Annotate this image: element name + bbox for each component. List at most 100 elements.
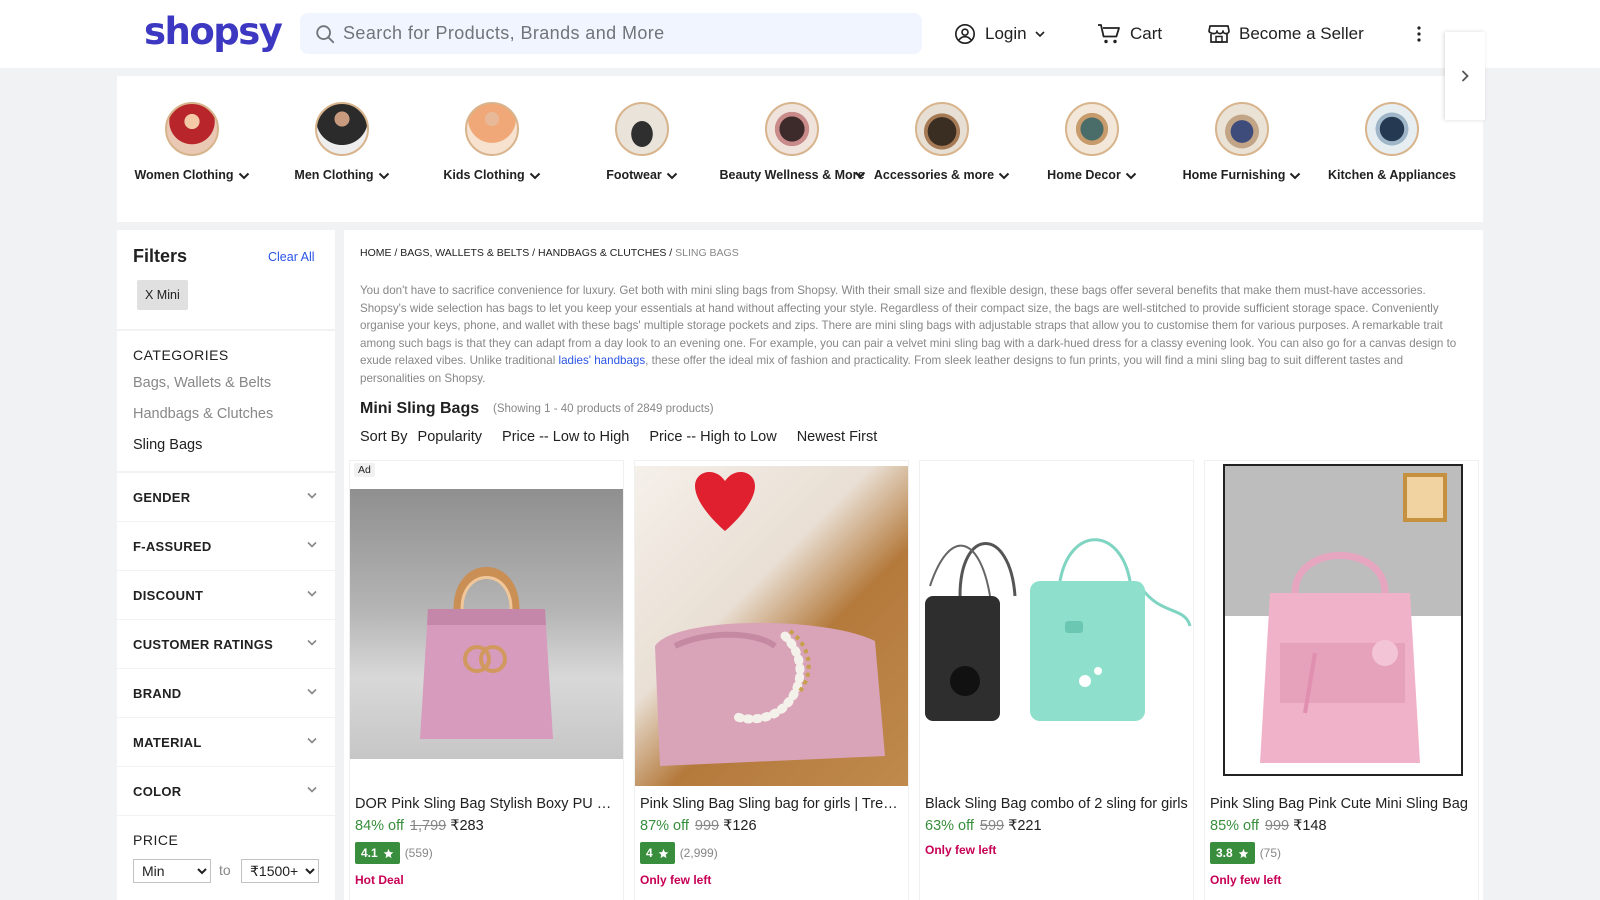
search-bar[interactable] [300, 13, 922, 54]
original-price: 999 [1264, 818, 1290, 834]
price-max-select[interactable]: ₹1500+ [241, 859, 319, 883]
chevron-down-icon [307, 492, 317, 499]
cart-label: Cart [1130, 24, 1163, 43]
breadcrumb-bags-wallets-belts[interactable]: BAGS, WALLETS & BELTS [400, 247, 529, 259]
breadcrumb-home[interactable]: HOME [360, 247, 392, 259]
pink-mini-bag-illustration [1223, 464, 1463, 776]
chevron-down-icon [666, 172, 677, 180]
breadcrumb-handbags-clutches[interactable]: HANDBAGS & CLUTCHES [538, 247, 666, 259]
rating-badge: 3.8 [1210, 842, 1255, 864]
sort-popularity[interactable]: Popularity [418, 429, 482, 445]
chevron-down-icon [529, 172, 540, 180]
discount-percent: 84% off [355, 818, 404, 834]
cart-button[interactable]: Cart [1097, 20, 1162, 48]
sort-price-low-high[interactable]: Price -- Low to High [502, 429, 629, 445]
login-button[interactable]: Login [954, 20, 1045, 48]
star-icon [383, 848, 393, 858]
sort-newest-first[interactable]: Newest First [797, 429, 878, 445]
star-icon [1238, 848, 1248, 858]
product-image-pink-handbag[interactable] [350, 489, 623, 759]
category-label: Women Clothing [134, 168, 234, 182]
search-input[interactable] [343, 13, 903, 54]
category-strip: Women Clothing Men Clothing Kids Clothin… [117, 76, 1483, 222]
category-link-sling-bags[interactable]: Sling Bags [133, 437, 202, 453]
category-label: Home Furnishing [1182, 168, 1286, 182]
category-link-bags-wallets-belts[interactable]: Bags, Wallets & Belts [133, 375, 271, 391]
category-next-button[interactable] [1445, 32, 1485, 120]
filters-title: Filters [133, 246, 188, 266]
category-link-handbags-clutches[interactable]: Handbags & Clutches [133, 406, 273, 422]
breadcrumb-current: SLING BAGS [675, 247, 739, 259]
price-section: PRICE [117, 816, 335, 900]
product-title[interactable]: DOR Pink Sling Bag Stylish Boxy PU Sling… [355, 796, 620, 812]
sort-price-high-low[interactable]: Price -- High to Low [649, 429, 776, 445]
chevron-right-icon [1461, 70, 1469, 82]
filter-discount[interactable]: DISCOUNT [117, 571, 335, 619]
product-card[interactable]: Pink Sling Bag Pink Cute Mini Sling Bag … [1204, 460, 1479, 900]
clear-all-link[interactable]: Clear All [268, 250, 315, 264]
product-price: 84% off 1,799 ₹283 [355, 818, 484, 834]
discount-percent: 87% off [640, 818, 689, 834]
home-decor-thumbnail [1065, 102, 1119, 156]
product-price: 87% off 999 ₹126 [640, 818, 757, 834]
user-circle-icon [955, 24, 975, 44]
cart-icon [1098, 24, 1120, 44]
chevron-down-icon [307, 786, 317, 793]
filter-gender[interactable]: GENDER [117, 473, 335, 521]
product-rating: 4.1 (559) [355, 842, 433, 864]
chevron-down-icon [854, 171, 866, 179]
categories-title: CATEGORIES [133, 347, 229, 363]
filter-label: MATERIAL [133, 735, 202, 750]
filter-label: COLOR [133, 784, 182, 799]
pink-handbag-illustration [420, 567, 553, 739]
chevron-down-icon [307, 639, 317, 646]
product-card[interactable]: Pink Sling Bag Sling bag for girls | Tre… [634, 460, 909, 900]
category-label: Men Clothing [294, 168, 374, 182]
selling-price: ₹148 [1293, 818, 1327, 834]
product-title[interactable]: Pink Sling Bag Pink Cute Mini Sling Bag [1210, 796, 1475, 812]
sling-combo-illustration [925, 538, 1192, 721]
product-image-pink-pearl-bag[interactable] [635, 466, 908, 786]
sort-by-label: Sort By [360, 429, 408, 445]
product-title[interactable]: Black Sling Bag combo of 2 sling for gir… [925, 796, 1190, 812]
filter-brand[interactable]: BRAND [117, 669, 335, 717]
product-price: 63% off 599 ₹221 [925, 818, 1042, 834]
category-label: Footwear [606, 168, 662, 182]
search-icon [316, 25, 335, 44]
chevron-down-icon [1035, 31, 1045, 38]
ladies-handbags-link[interactable]: ladies' handbags [559, 354, 646, 367]
discount-percent: 85% off [1210, 818, 1259, 834]
rating-count: (2,999) [679, 846, 718, 860]
sort-bar: Sort By Popularity Price -- Low to High … [360, 426, 897, 448]
become-seller-button[interactable]: Become a Seller [1208, 20, 1364, 48]
chevron-down-icon [307, 541, 317, 548]
kebab-menu-icon [1417, 26, 1421, 42]
product-card[interactable]: Ad DOR Pink Sling Bag Stylish Boxy PU Sl… [349, 460, 624, 900]
availability-tag: Only few left [640, 873, 712, 887]
product-rating: 4 (2,999) [640, 842, 718, 864]
pink-pearl-bag-illustration [655, 471, 885, 766]
top-header: shopsy Login Cart Become a Seller [0, 0, 1600, 68]
category-label: Accessories & more [873, 168, 995, 182]
filter-material[interactable]: MATERIAL [117, 718, 335, 766]
filter-customer-ratings[interactable]: CUSTOMER RATINGS [117, 620, 335, 668]
chevron-down-icon [307, 590, 317, 597]
product-title[interactable]: Pink Sling Bag Sling bag for girls | Tre… [640, 796, 905, 812]
filter-f-assured[interactable]: F-ASSURED [117, 522, 335, 570]
applied-filter-chip-mini[interactable]: X Mini [137, 280, 188, 310]
product-image-sling-combo[interactable] [920, 466, 1193, 786]
more-menu-button[interactable] [1412, 20, 1426, 48]
product-card[interactable]: Black Sling Bag combo of 2 sling for gir… [919, 460, 1194, 900]
original-price: 1,799 [409, 818, 447, 834]
filter-color[interactable]: COLOR [117, 767, 335, 815]
price-min-select[interactable]: Min [133, 859, 211, 883]
original-price: 599 [979, 818, 1005, 834]
shopsy-logo[interactable]: shopsy [144, 10, 283, 53]
kitchen-thumbnail [1365, 102, 1419, 156]
price-title: PRICE [133, 832, 179, 848]
selling-price: ₹283 [450, 818, 484, 834]
chevron-down-icon [1290, 172, 1301, 180]
filter-label: CUSTOMER RATINGS [133, 637, 274, 652]
chevron-down-icon [307, 737, 317, 744]
product-image-pink-mini-bag[interactable] [1205, 463, 1478, 779]
